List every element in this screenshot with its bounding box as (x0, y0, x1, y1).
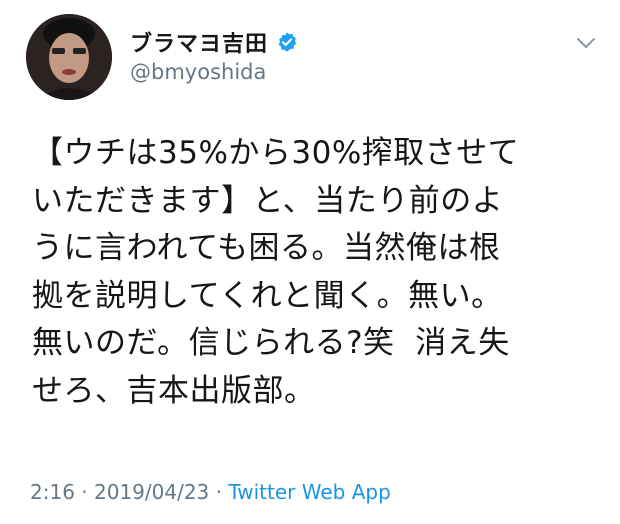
tweet-meta: 2:16 · 2019/04/23 · Twitter Web App (30, 480, 391, 504)
meta-separator: · (209, 480, 229, 504)
chevron-down-icon[interactable] (576, 36, 596, 50)
meta-separator: · (74, 480, 94, 504)
verified-badge-icon (278, 32, 297, 52)
tweet-text: 【ウチは35%から30%搾取させて いただきます】と、当たり前のよ うに言われて… (32, 135, 520, 409)
avatar-image (26, 14, 112, 100)
avatar[interactable] (26, 14, 112, 100)
author-handle[interactable]: @bmyoshida (130, 60, 266, 84)
author-display-name[interactable]: ブラマヨ吉田 (130, 26, 268, 58)
tweet-date[interactable]: 2019/04/23 (94, 480, 209, 504)
tweet-source-link[interactable]: Twitter Web App (228, 480, 390, 504)
tweet-time[interactable]: 2:16 (30, 480, 75, 504)
author-name-row[interactable]: ブラマヨ吉田 (130, 26, 298, 58)
